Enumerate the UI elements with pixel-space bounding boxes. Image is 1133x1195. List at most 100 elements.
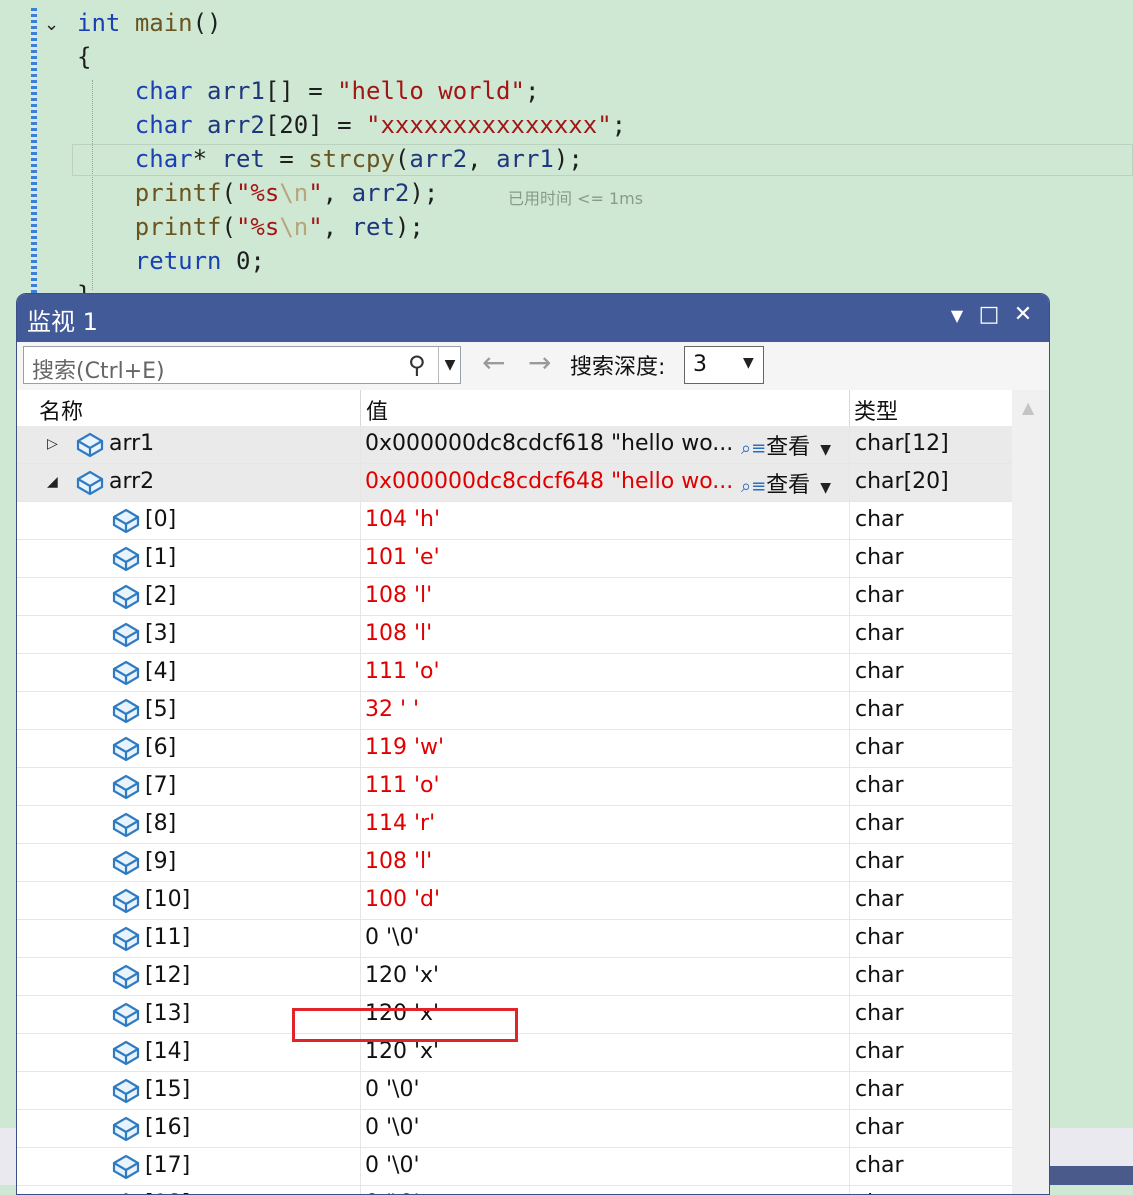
watch-row[interactable]: [2] 108 'l' char xyxy=(17,578,1012,616)
column-separator xyxy=(360,578,361,615)
row-type: char xyxy=(855,811,904,836)
watch-row[interactable]: [17] 0 '\0' char xyxy=(17,1148,1012,1186)
row-value[interactable]: 0 '\0' xyxy=(365,1115,420,1140)
variable-icon xyxy=(111,582,141,610)
column-separator xyxy=(360,1186,361,1194)
watch-rows: ▷ arr1 0x000000dc8cdcf618 "hello wo... ⌕≡查看… xyxy=(17,426,1012,1194)
search-input[interactable]: 搜索(Ctrl+E) ⚲ ▼ xyxy=(23,346,461,384)
search-previous-arrow-icon[interactable]: ← xyxy=(482,346,505,379)
row-value[interactable]: 120 'x' xyxy=(365,963,439,988)
row-type: char xyxy=(855,545,904,570)
close-icon[interactable]: ✕ xyxy=(1009,302,1037,327)
header-type[interactable]: 类型 xyxy=(854,394,898,426)
row-value[interactable]: 100 'd' xyxy=(365,887,440,912)
row-type: char[20] xyxy=(855,469,949,494)
watch-row[interactable]: [5] 32 ' ' char xyxy=(17,692,1012,730)
row-value[interactable]: 0 '\0' xyxy=(365,925,420,950)
row-type: char xyxy=(855,1191,904,1194)
watch-row[interactable]: [8] 114 'r' char xyxy=(17,806,1012,844)
watch-row[interactable]: [1] 101 'e' char xyxy=(17,540,1012,578)
text-visualizer-button[interactable]: ⌕≡查看 ▼ xyxy=(741,467,831,499)
watch-row[interactable]: [18] 0 '\0' char xyxy=(17,1186,1012,1194)
row-value[interactable]: 0x000000dc8cdcf618 "hello wo... xyxy=(365,431,733,456)
code-editor[interactable]: ⌄ int main() { char arr1[] = "hello worl… xyxy=(0,0,1133,309)
watch-row[interactable]: [16] 0 '\0' char xyxy=(17,1110,1012,1148)
row-value[interactable]: 111 'o' xyxy=(365,773,440,798)
collapse-triangle-icon[interactable]: ◢ xyxy=(47,474,58,490)
row-value[interactable]: 108 'l' xyxy=(365,621,432,646)
row-name: [6] xyxy=(145,735,177,760)
column-separator xyxy=(360,426,361,463)
row-value[interactable]: 0 '\0' xyxy=(365,1153,420,1178)
search-icon[interactable]: ⚲ xyxy=(408,351,426,379)
column-separator xyxy=(849,1186,850,1194)
row-value[interactable]: 32 ' ' xyxy=(365,697,419,722)
column-separator xyxy=(360,806,361,843)
watch-row[interactable]: [10] 100 'd' char xyxy=(17,882,1012,920)
watch-row[interactable]: ▷ arr1 0x000000dc8cdcf618 "hello wo... ⌕≡查看… xyxy=(17,426,1012,464)
column-separator xyxy=(360,920,361,957)
variable-icon xyxy=(111,848,141,876)
row-value[interactable]: 120 'x' xyxy=(365,1039,439,1064)
maximize-icon[interactable]: □ xyxy=(975,302,1003,327)
watch-row[interactable]: [15] 0 '\0' char xyxy=(17,1072,1012,1110)
row-name: [3] xyxy=(145,621,177,646)
scroll-up-arrow-icon[interactable]: ▲ xyxy=(1022,398,1034,417)
row-value[interactable]: 0 '\0' xyxy=(365,1191,420,1194)
watch-row[interactable]: ◢ arr2 0x000000dc8cdcf648 "hello wo... ⌕≡查看… xyxy=(17,464,1012,502)
header-separator[interactable] xyxy=(849,390,850,426)
watch-row[interactable]: [3] 108 'l' char xyxy=(17,616,1012,654)
variable-icon xyxy=(75,430,105,458)
row-name: [17] xyxy=(145,1153,191,1178)
search-depth-select[interactable]: 3 ▼ xyxy=(684,346,764,384)
watch-row[interactable]: [4] 111 'o' char xyxy=(17,654,1012,692)
variable-icon xyxy=(111,810,141,838)
row-name: arr1 xyxy=(109,431,155,456)
header-value[interactable]: 值 xyxy=(366,394,388,426)
window-menu-dropdown-icon[interactable]: ▼ xyxy=(943,306,971,325)
expand-triangle-icon[interactable]: ▷ xyxy=(47,436,58,452)
column-separator xyxy=(849,616,850,653)
watch-row[interactable]: [0] 104 'h' char xyxy=(17,502,1012,540)
text-visualizer-button[interactable]: ⌕≡查看 ▼ xyxy=(741,429,831,461)
chevron-down-icon[interactable]: ▼ xyxy=(820,442,831,458)
column-separator xyxy=(849,692,850,729)
search-options-dropdown-icon[interactable]: ▼ xyxy=(438,347,461,383)
column-separator xyxy=(849,1110,850,1147)
column-separator xyxy=(360,768,361,805)
vertical-scrollbar[interactable]: ▲ xyxy=(1012,390,1049,1194)
watch-row[interactable]: [11] 0 '\0' char xyxy=(17,920,1012,958)
variable-icon xyxy=(111,506,141,534)
row-name: [18] xyxy=(145,1191,190,1194)
row-value[interactable]: 0x000000dc8cdcf648 "hello wo... xyxy=(365,469,733,494)
search-next-arrow-icon[interactable]: → xyxy=(528,346,551,379)
watch-row[interactable]: [9] 108 'l' char xyxy=(17,844,1012,882)
header-name[interactable]: 名称 xyxy=(39,394,83,426)
column-separator xyxy=(849,958,850,995)
column-separator xyxy=(360,502,361,539)
row-value[interactable]: 114 'r' xyxy=(365,811,435,836)
watch-row[interactable]: [7] 111 'o' char xyxy=(17,768,1012,806)
row-name: [5] xyxy=(145,697,177,722)
column-separator xyxy=(849,844,850,881)
variable-icon xyxy=(111,924,141,952)
row-name: [15] xyxy=(145,1077,191,1102)
row-value[interactable]: 0 '\0' xyxy=(365,1077,420,1102)
header-separator[interactable] xyxy=(360,390,361,426)
row-value[interactable]: 119 'w' xyxy=(365,735,444,760)
row-value[interactable]: 108 'l' xyxy=(365,849,432,874)
row-name: [2] xyxy=(145,583,177,608)
magnifier-icon: ⌕≡ xyxy=(741,438,767,459)
watch-row[interactable]: [6] 119 'w' char xyxy=(17,730,1012,768)
row-value[interactable]: 101 'e' xyxy=(365,545,440,570)
fold-chevron-icon[interactable]: ⌄ xyxy=(44,14,59,35)
row-value[interactable]: 104 'h' xyxy=(365,507,440,532)
watch-titlebar[interactable]: 监视 1 ▼ □ ✕ xyxy=(17,294,1049,342)
chevron-down-icon[interactable]: ▼ xyxy=(820,480,831,496)
row-name: [1] xyxy=(145,545,177,570)
watch-row[interactable]: [12] 120 'x' char xyxy=(17,958,1012,996)
row-value[interactable]: 108 'l' xyxy=(365,583,432,608)
row-value[interactable]: 111 'o' xyxy=(365,659,440,684)
column-separator xyxy=(360,1148,361,1185)
row-name: [10] xyxy=(145,887,191,912)
